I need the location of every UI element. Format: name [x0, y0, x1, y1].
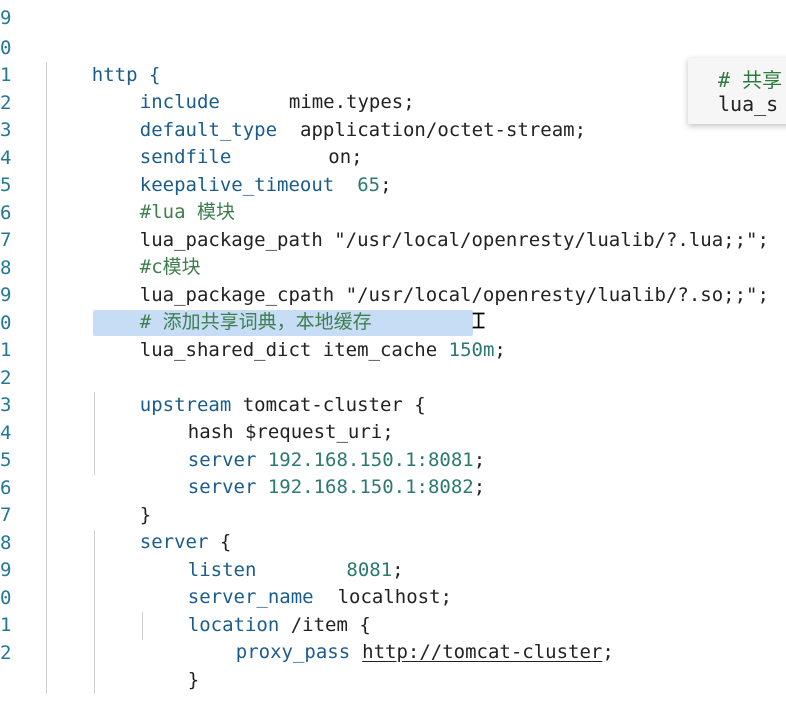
number: 150m — [448, 339, 495, 361]
code-line: #lua 模块 — [94, 172, 235, 223]
line-number: 9 — [0, 7, 12, 29]
line-number: 8 — [0, 257, 12, 279]
code-line: upstream tomcat-cluster { — [94, 365, 426, 416]
directive: proxy_pass — [235, 641, 351, 663]
text-cursor-icon: ⌶ — [472, 309, 486, 334]
line-number: 2 — [0, 367, 12, 389]
code-line: # 添加共享词典，本地缓存 — [94, 282, 372, 333]
code-line: server_name localhost; — [142, 557, 452, 608]
code-line: location /item { — [142, 585, 371, 636]
line-number: 0 — [0, 587, 12, 609]
line-number: 0 — [0, 312, 12, 334]
code-line: lua_package_path "/usr/local/openresty/l… — [94, 200, 769, 251]
code-line: } — [142, 640, 199, 691]
code-editor[interactable]: 9 0 1 2 3 4 5 6 7 8 9 0 1 2 3 4 5 6 7 8 … — [0, 0, 786, 694]
code-line: server { — [94, 502, 232, 553]
code-line: sendfile on; — [94, 117, 363, 168]
line-number: 1 — [0, 339, 12, 361]
line-number: 8 — [0, 532, 12, 554]
code-line: http { — [46, 35, 161, 86]
code-line: server 192.168.150.1:8081; — [142, 420, 485, 471]
line-number: 1 — [0, 64, 12, 86]
line-number: 7 — [0, 504, 12, 526]
line-number: 0 — [0, 37, 12, 59]
tooltip-code: lua_s — [718, 92, 779, 116]
code-line: default_type application/octet-stream; — [94, 90, 586, 141]
code-line: } — [94, 475, 151, 526]
indent-guide — [46, 62, 47, 694]
line-number: 3 — [0, 119, 12, 141]
number: 65 — [357, 174, 381, 196]
semicolon: ; — [602, 641, 614, 663]
tooltip-comment: # 共享 — [718, 68, 783, 92]
directive: server — [187, 476, 257, 498]
line-number: 3 — [0, 394, 12, 416]
code-line: hash $request_uri; — [142, 392, 394, 443]
line-number: 2 — [0, 92, 12, 114]
line-number: 5 — [0, 174, 12, 196]
semicolon: ; — [473, 476, 486, 498]
closing-brace: } — [187, 669, 200, 691]
code-line: proxy_pass http://tomcat-cluster; — [190, 612, 614, 663]
code-line: lua_package_cpath "/usr/local/openresty/… — [94, 255, 769, 306]
semicolon: ; — [494, 339, 506, 361]
line-number: 1 — [0, 614, 12, 636]
hover-tooltip: # 共享 lua_s — [688, 58, 786, 124]
number: 192.168.150.1:8082 — [256, 476, 474, 498]
semicolon: ; — [380, 174, 392, 196]
code-line: server 192.168.150.1:8082; — [142, 447, 485, 498]
line-number: 2 — [0, 642, 12, 664]
line-number: 6 — [0, 477, 12, 499]
code-line: listen 8081; — [142, 530, 404, 581]
line-number: 9 — [0, 559, 12, 581]
statement: lua_shared_dict item_cache — [139, 339, 449, 361]
line-number: 5 — [0, 449, 12, 471]
statement: lua_package_path "/usr/local/openresty/l… — [139, 229, 769, 251]
line-number: 4 — [0, 147, 12, 169]
code-line: include mime.types; — [94, 62, 415, 113]
line-number: 6 — [0, 202, 12, 224]
line-number: 7 — [0, 229, 12, 251]
line-number: 9 — [0, 284, 12, 306]
upstream-link[interactable]: http://tomcat-cluster — [362, 641, 602, 663]
code-line: keepalive_timeout 65; — [94, 145, 392, 196]
code-line-selected: lua_shared_dict item_cache 150m; — [94, 310, 506, 361]
line-number: 4 — [0, 422, 12, 444]
code-line: #c模块 — [94, 227, 201, 278]
